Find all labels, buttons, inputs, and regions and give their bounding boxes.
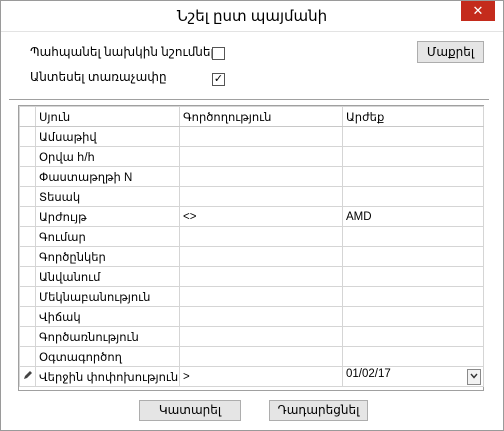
cell-value[interactable] <box>342 186 484 207</box>
keep-selection-label: Պահպանել նախկին նշումները <box>30 45 226 59</box>
table-row[interactable]: Մեկնաբանություն <box>19 286 484 307</box>
clear-button-label: Մաքրել <box>426 45 475 59</box>
cell-value-text: 01/02/17 <box>346 368 391 380</box>
cell-column[interactable]: Փաստաթղթի N <box>35 166 180 187</box>
title-bar: Նշել ըստ պայմանի ✕ <box>1 1 503 32</box>
row-header[interactable] <box>19 346 36 367</box>
ignore-case-label: Անտեսել տառաչափը <box>30 70 167 84</box>
cell-column[interactable]: Գործընկեր <box>35 246 180 267</box>
execute-button[interactable]: Կատարել <box>139 400 241 421</box>
cell-operation[interactable] <box>179 346 343 367</box>
cell-value[interactable] <box>342 326 484 347</box>
cell-operation[interactable]: <> <box>179 206 343 227</box>
cell-value[interactable] <box>342 266 484 287</box>
row-header[interactable] <box>19 306 36 327</box>
pencil-icon <box>24 371 32 379</box>
close-button[interactable]: ✕ <box>461 1 495 21</box>
row-header[interactable] <box>19 246 36 267</box>
table-row[interactable]: Փաստաթղթի N <box>19 166 484 187</box>
cell-operation[interactable] <box>179 246 343 267</box>
table-header-row: Սյուն Գործողություն Արժեք <box>19 106 484 127</box>
column-header-column[interactable]: Սյուն <box>35 106 180 127</box>
cell-column[interactable]: Օրվա հ/հ <box>35 146 180 167</box>
table-row[interactable]: Գործընկեր <box>19 246 484 267</box>
cell-value[interactable] <box>342 166 484 187</box>
cell-column[interactable]: Վիճակ <box>35 306 180 327</box>
cell-column[interactable]: Գումար <box>35 226 180 247</box>
table-row[interactable]: Գումար <box>19 226 484 247</box>
cell-operation[interactable] <box>179 306 343 327</box>
table-row[interactable]: Տեսակ <box>19 186 484 207</box>
cell-operation[interactable] <box>179 146 343 167</box>
row-header[interactable] <box>19 126 36 147</box>
row-header[interactable] <box>19 366 36 387</box>
ignore-case-checkbox[interactable]: ✓ <box>212 73 225 86</box>
cell-operation[interactable] <box>179 286 343 307</box>
conditions-grid[interactable]: Սյուն Գործողություն Արժեք Ամսաթիվ Օրվա հ… <box>18 105 484 391</box>
cell-column[interactable]: Անվանում <box>35 266 180 287</box>
cancel-button[interactable]: Դադարեցնել <box>269 400 368 421</box>
cancel-button-label: Դադարեցնել <box>277 403 360 417</box>
separator <box>9 99 489 100</box>
cell-column[interactable]: Արժույթ <box>35 206 180 227</box>
cell-column[interactable]: Օգտագործող <box>35 346 180 367</box>
keep-selection-checkbox[interactable] <box>212 47 225 60</box>
cell-operation[interactable] <box>179 186 343 207</box>
close-icon: ✕ <box>472 3 484 18</box>
cell-value[interactable] <box>342 226 484 247</box>
dropdown-button[interactable] <box>467 369 481 385</box>
cell-operation[interactable] <box>179 266 343 287</box>
cell-column[interactable]: Վերջին փոփոխություն <box>35 366 180 387</box>
column-header-value[interactable]: Արժեք <box>342 106 484 127</box>
cell-value[interactable] <box>342 306 484 327</box>
cell-operation[interactable] <box>179 326 343 347</box>
table-row-editing[interactable]: Վերջին փոփոխություն > 01/02/17 <box>19 366 484 387</box>
table-row[interactable]: Օրվա հ/հ <box>19 146 484 167</box>
cell-value[interactable]: AMD <box>342 206 484 227</box>
row-header[interactable] <box>19 286 36 307</box>
conditions-table: Սյուն Գործողություն Արժեք Ամսաթիվ Օրվա հ… <box>19 106 484 387</box>
cell-value[interactable] <box>342 286 484 307</box>
table-row[interactable]: Վիճակ <box>19 306 484 327</box>
table-row[interactable]: Ամսաթիվ <box>19 126 484 147</box>
cell-value-dropdown[interactable]: 01/02/17 <box>342 366 484 387</box>
cell-value[interactable] <box>342 146 484 167</box>
row-header[interactable] <box>19 206 36 227</box>
table-row[interactable]: Անվանում <box>19 266 484 287</box>
check-icon: ✓ <box>213 73 224 85</box>
row-header[interactable] <box>19 226 36 247</box>
table-row[interactable]: Գործառնություն <box>19 326 484 347</box>
row-header[interactable] <box>19 186 36 207</box>
table-row[interactable]: Արժույթ <> AMD <box>19 206 484 227</box>
row-header[interactable] <box>19 146 36 167</box>
cell-value[interactable] <box>342 126 484 147</box>
column-header-operation[interactable]: Գործողություն <box>179 106 343 127</box>
cell-operation[interactable] <box>179 226 343 247</box>
cell-operation[interactable]: > <box>179 366 343 387</box>
dialog-content: Պահպանել նախկին նշումները Անտեսել տառաչա… <box>1 32 503 430</box>
row-header[interactable] <box>19 266 36 287</box>
row-header[interactable] <box>19 326 36 347</box>
cell-column[interactable]: Տեսակ <box>35 186 180 207</box>
dialog-title: Նշել ըստ պայմանի <box>176 8 328 25</box>
row-header-corner <box>19 106 36 127</box>
cell-value[interactable] <box>342 246 484 267</box>
cell-value[interactable] <box>342 346 484 367</box>
chevron-down-icon <box>470 373 478 379</box>
cell-column[interactable]: Մեկնաբանություն <box>35 286 180 307</box>
cell-operation[interactable] <box>179 126 343 147</box>
row-header[interactable] <box>19 166 36 187</box>
dialog-window: Նշել ըստ պայմանի ✕ Պահպանել նախկին նշում… <box>0 0 504 431</box>
clear-button[interactable]: Մաքրել <box>417 41 484 63</box>
execute-button-label: Կատարել <box>158 403 222 417</box>
cell-operation[interactable] <box>179 166 343 187</box>
cell-column[interactable]: Գործառնություն <box>35 326 180 347</box>
cell-column[interactable]: Ամսաթիվ <box>35 126 180 147</box>
table-row[interactable]: Օգտագործող <box>19 346 484 367</box>
